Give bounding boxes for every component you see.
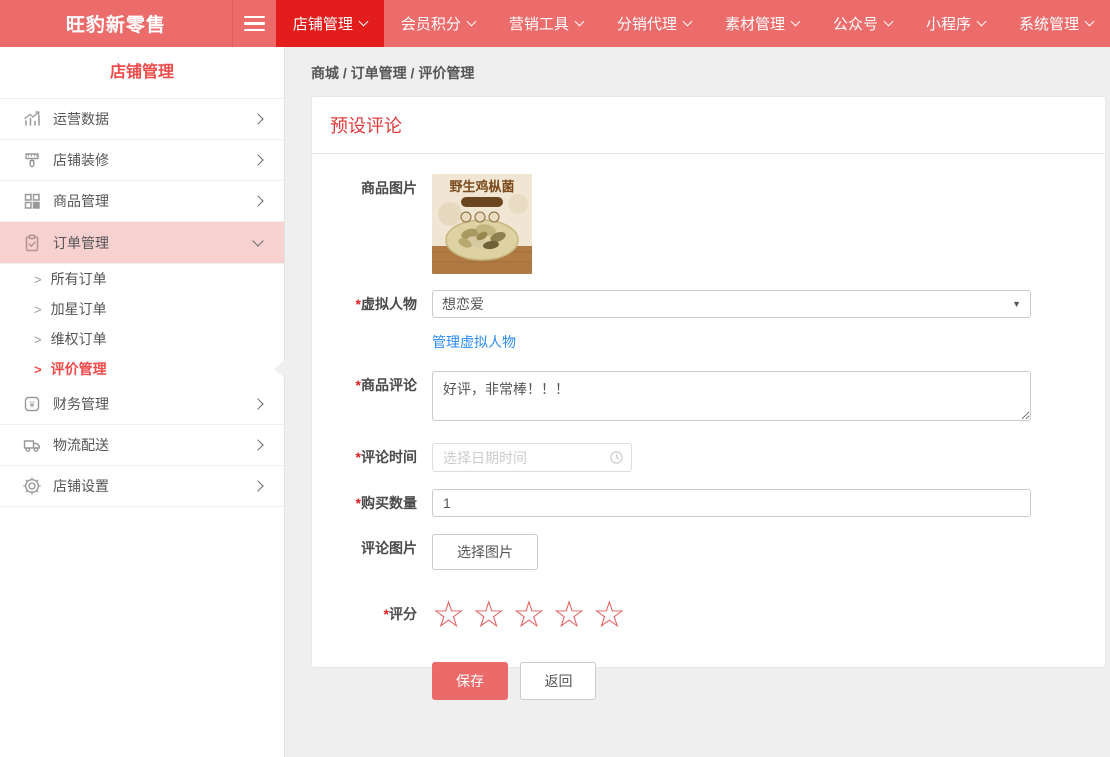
chevron-down-icon [682, 17, 692, 27]
page-title: 预设评论 [330, 116, 402, 136]
nav-item-material-manage[interactable]: 素材管理 [708, 0, 816, 47]
sidebar-item-order-manage[interactable]: 订单管理 [0, 222, 284, 264]
sidebar-item-product-manage[interactable]: 商品管理 [0, 181, 284, 222]
nav-item-distribution[interactable]: 分销代理 [600, 0, 708, 47]
chevron-right-icon [252, 439, 263, 450]
chart-icon [22, 109, 42, 129]
panel-header: 预设评论 [312, 97, 1105, 154]
chevron-down-icon [791, 17, 801, 27]
brand-logo: 旺豹新零售 [0, 0, 233, 47]
sidebar-item-shop-settings[interactable]: 店铺设置 [0, 466, 284, 507]
save-button[interactable]: 保存 [432, 662, 508, 700]
choose-image-button[interactable]: 选择图片 [432, 534, 538, 570]
chevron-right-icon [252, 154, 263, 165]
product-image-row: 商品图片 野生鸡枞菌 [312, 174, 1105, 274]
star-icon[interactable]: ☆ [512, 594, 545, 635]
svg-text:¥: ¥ [28, 399, 35, 410]
product-comment-label: *商品评论 [312, 371, 432, 426]
nav-item-official-account[interactable]: 公众号 [816, 0, 909, 47]
virtual-person-select[interactable]: 想恋爱 ▼ [432, 290, 1031, 318]
chevron-down-icon [358, 17, 368, 27]
comment-time-row: *评论时间 [312, 443, 1105, 472]
preset-comment-form: 商品图片 野生鸡枞菌 [312, 154, 1105, 700]
star-icon[interactable]: ☆ [432, 594, 465, 635]
chevron-right-icon [252, 113, 263, 124]
chevron-down-icon [884, 17, 894, 27]
active-item-pointer [274, 360, 285, 378]
chevron-down-icon [574, 17, 584, 27]
product-image-title: 野生鸡枞菌 [449, 179, 514, 194]
sidebar-subitem-starred-orders[interactable]: >加星订单 [0, 294, 284, 324]
chevron-right-icon [252, 195, 263, 206]
sidebar-subitem-rights-orders[interactable]: >维权订单 [0, 324, 284, 354]
product-comment-row: *商品评论 好评，非常棒！！！ [312, 371, 1105, 426]
sidebar-item-finance-manage[interactable]: ¥ 财务管理 [0, 384, 284, 425]
yuan-icon: ¥ [22, 394, 42, 414]
nav-item-system-manage[interactable]: 系统管理 [1002, 0, 1110, 47]
product-comment-textarea[interactable]: 好评，非常棒！！！ [432, 371, 1031, 421]
product-image-label: 商品图片 [312, 174, 432, 274]
select-caret-icon: ▼ [1012, 299, 1021, 309]
form-actions: 保存 返回 [432, 662, 1105, 700]
virtual-person-label: *虚拟人物 [312, 290, 432, 354]
purchase-quantity-row: *购买数量 [312, 489, 1105, 517]
chevron-down-icon [466, 17, 476, 27]
breadcrumb: 商城 / 订单管理 / 评价管理 [311, 63, 1110, 83]
top-navbar: 旺豹新零售 店铺管理 会员积分 营销工具 分销代理 素材管理 公众号 小程序 系… [0, 0, 1110, 47]
comment-time-label: *评论时间 [312, 443, 432, 472]
rating-row: *评分 ☆☆☆☆☆ [312, 594, 1105, 634]
purchase-quantity-label: *购买数量 [312, 489, 432, 517]
star-icon[interactable]: ☆ [553, 594, 586, 635]
clock-icon [609, 450, 624, 465]
grid-icon [22, 191, 42, 211]
chevron-down-icon [977, 17, 987, 27]
truck-icon [22, 435, 42, 455]
nav-item-mini-program[interactable]: 小程序 [909, 0, 1002, 47]
sidebar-item-logistics[interactable]: 物流配送 [0, 425, 284, 466]
product-image: 野生鸡枞菌 [432, 174, 532, 274]
comment-image-label: 评论图片 [312, 534, 432, 570]
sidebar-subitem-all-orders[interactable]: >所有订单 [0, 264, 284, 294]
hamburger-menu-icon[interactable] [233, 0, 276, 47]
star-icon[interactable]: ☆ [593, 594, 626, 635]
chevron-right-icon [252, 480, 263, 491]
rating-label: *评分 [312, 594, 432, 634]
nav-item-shop-manage[interactable]: 店铺管理 [276, 0, 384, 47]
top-nav: 店铺管理 会员积分 营销工具 分销代理 素材管理 公众号 小程序 系统管理 [276, 0, 1110, 47]
comment-image-row: 评论图片 选择图片 [312, 534, 1105, 570]
comment-time-input[interactable] [432, 443, 632, 472]
sidebar-subitem-review-manage[interactable]: >评价管理 [0, 354, 284, 384]
chevron-down-icon [252, 235, 263, 246]
nav-item-member-points[interactable]: 会员积分 [384, 0, 492, 47]
sidebar: 店铺管理 运营数据 店铺装修 商品管理 订单管理 >所有订单 [0, 47, 285, 757]
purchase-quantity-input[interactable] [432, 489, 1031, 517]
clipboard-icon [22, 233, 42, 253]
manage-virtual-person-link[interactable]: 管理虚拟人物 [432, 332, 516, 352]
chevron-right-icon [252, 398, 263, 409]
sidebar-item-operations-data[interactable]: 运营数据 [0, 99, 284, 140]
main-content: 商城 / 订单管理 / 评价管理 预设评论 商品图片 [285, 47, 1110, 757]
preset-comment-panel: 预设评论 商品图片 [311, 96, 1106, 668]
brush-icon [22, 150, 42, 170]
nav-item-marketing-tools[interactable]: 营销工具 [492, 0, 600, 47]
back-button[interactable]: 返回 [520, 662, 596, 700]
gear-icon [22, 476, 42, 496]
star-rating: ☆☆☆☆☆ [432, 596, 1105, 633]
virtual-person-row: *虚拟人物 想恋爱 ▼ 管理虚拟人物 [312, 290, 1105, 354]
sidebar-item-shop-decoration[interactable]: 店铺装修 [0, 140, 284, 181]
star-icon[interactable]: ☆ [472, 594, 505, 635]
chevron-down-icon [1085, 17, 1095, 27]
order-submenu: >所有订单 >加星订单 >维权订单 >评价管理 [0, 264, 284, 384]
virtual-person-selected-value: 想恋爱 [442, 294, 484, 314]
sidebar-title: 店铺管理 [0, 47, 284, 99]
